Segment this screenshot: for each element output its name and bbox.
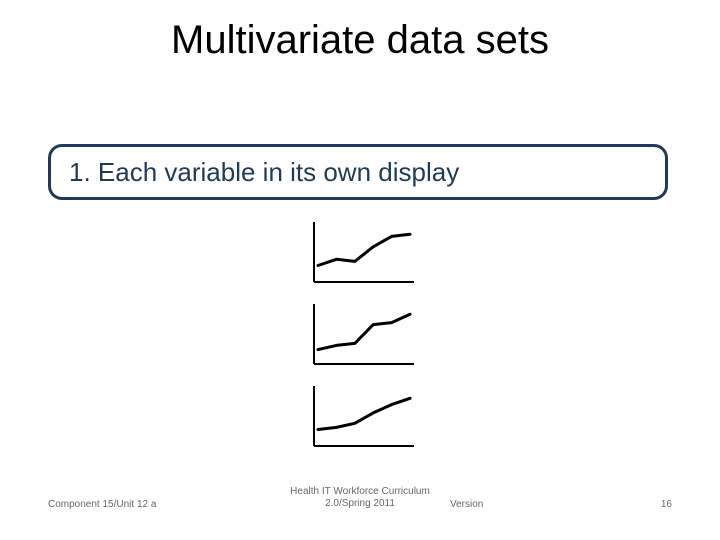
footer-page-number: 16 — [661, 499, 672, 510]
slide-footer: Component 15/Unit 12 a Health IT Workfor… — [0, 480, 720, 510]
footer-version-label: Version — [450, 499, 483, 510]
footer-center: Health IT Workforce Curriculum 2.0/Sprin… — [0, 486, 720, 510]
mini-chart-3 — [300, 382, 420, 456]
mini-chart-2 — [300, 300, 420, 374]
callout-text: 1. Each variable in its own display — [69, 157, 459, 188]
mini-chart-svg — [300, 300, 420, 374]
footer-center-line1: Health IT Workforce Curriculum — [290, 486, 430, 497]
mini-chart-svg — [300, 382, 420, 456]
slide: Multivariate data sets 1. Each variable … — [0, 0, 720, 540]
slide-title: Multivariate data sets — [0, 18, 720, 63]
mini-chart-svg — [300, 218, 420, 292]
footer-center-line2: 2.0/Spring 2011 — [0, 498, 720, 510]
charts-column — [0, 218, 720, 456]
mini-chart-1 — [300, 218, 420, 292]
callout-box: 1. Each variable in its own display — [48, 144, 668, 200]
